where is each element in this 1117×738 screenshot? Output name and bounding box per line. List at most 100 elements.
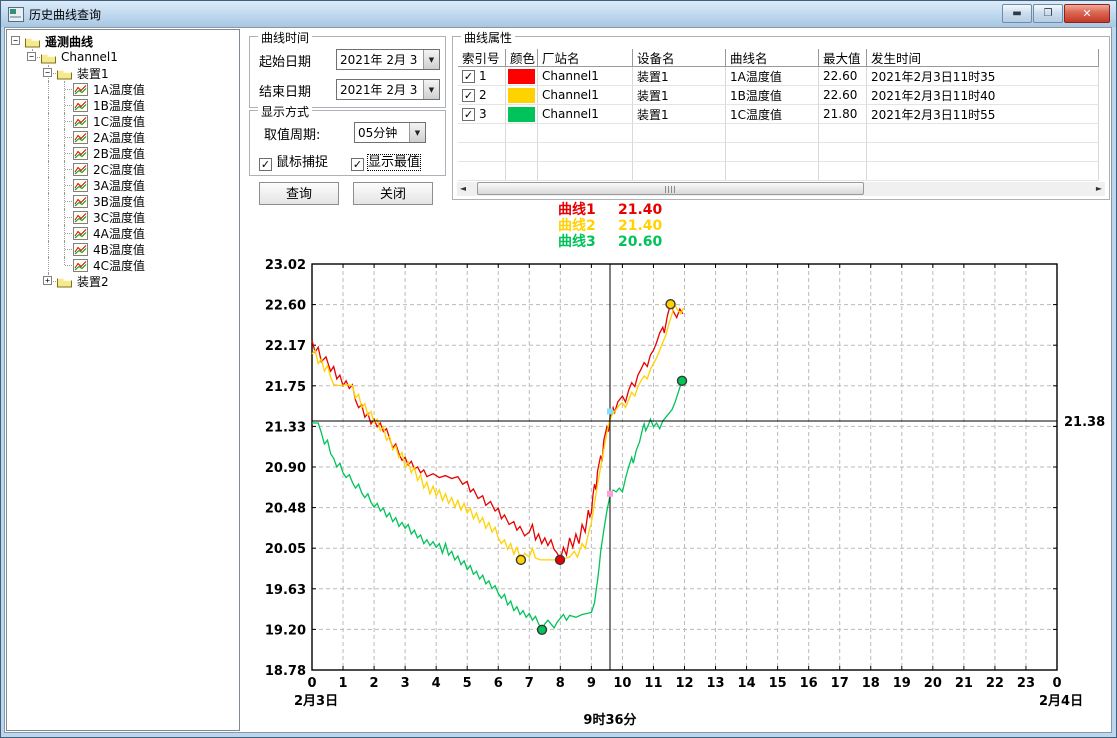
row-checkbox[interactable]: ✓ <box>462 89 475 102</box>
restore-button[interactable]: ❐ <box>1033 4 1063 23</box>
column-header[interactable]: 发生时间 <box>867 49 1099 67</box>
expander-icon[interactable]: − <box>9 33 25 49</box>
legend-row: 曲线121.40 <box>558 202 662 218</box>
group-title: 曲线时间 <box>258 29 312 46</box>
chevron-down-icon[interactable]: ▼ <box>423 50 439 69</box>
end-date-value: 2021年 2月 3 <box>337 81 423 98</box>
y-tick-label: 18.78 <box>265 664 306 679</box>
curve-icon <box>73 162 89 176</box>
tree-item[interactable]: −装置1 <box>9 65 239 81</box>
column-header[interactable]: 最大值 <box>819 49 867 67</box>
column-header[interactable]: 设备名 <box>633 49 726 67</box>
tree-guide <box>9 129 25 145</box>
tree-guide <box>9 65 25 81</box>
table-hscrollbar[interactable]: ◄ ► <box>457 182 1105 196</box>
chevron-down-icon[interactable]: ▼ <box>423 80 439 99</box>
empty-cell <box>506 162 538 181</box>
x-tick-label: 10 <box>613 676 631 691</box>
end-date-select[interactable]: 2021年 2月 3 ▼ <box>336 79 440 100</box>
column-header[interactable]: 厂站名 <box>538 49 633 67</box>
tree-item[interactable]: 4B温度值 <box>9 241 239 257</box>
tree-guide <box>25 113 41 129</box>
tree-item[interactable]: 2B温度值 <box>9 145 239 161</box>
tree-item[interactable]: −Channel1 <box>9 49 239 65</box>
window-title: 历史曲线查询 <box>29 6 101 23</box>
show-extremes-checkbox[interactable]: ✓ <box>351 158 364 171</box>
tree-item[interactable]: 1B温度值 <box>9 97 239 113</box>
query-button[interactable]: 查询 <box>259 182 339 205</box>
row-checkbox[interactable]: ✓ <box>462 70 475 83</box>
scroll-track[interactable] <box>469 182 1093 196</box>
max-value-cell: 22.60 <box>819 67 867 86</box>
curve-table[interactable]: 索引号颜色厂站名设备名曲线名最大值发生时间✓1Channel1装置11A温度值2… <box>458 49 1104 181</box>
index-cell: ✓1 <box>458 67 506 86</box>
empty-row <box>458 162 1104 181</box>
tree-item[interactable]: 2A温度值 <box>9 129 239 145</box>
tree-guide <box>9 81 25 97</box>
tree-item-label: 4C温度值 <box>91 257 147 274</box>
scroll-thumb[interactable] <box>477 182 864 195</box>
curve-row[interactable]: ✓1Channel1装置11A温度值22.602021年2月3日11时35 <box>458 67 1104 86</box>
tree-item[interactable]: 1C温度值 <box>9 113 239 129</box>
column-header[interactable]: 颜色 <box>506 49 538 67</box>
chevron-down-icon[interactable]: ▼ <box>409 123 425 142</box>
title-bar[interactable]: 历史曲线查询 ▬ ❐ ✕ <box>1 1 1116 27</box>
time-cell: 2021年2月3日11时40 <box>867 86 1099 105</box>
tree-guide <box>57 241 73 257</box>
x-tick-label: 18 <box>862 676 880 691</box>
column-header[interactable]: 索引号 <box>458 49 506 67</box>
folder-icon <box>57 274 73 288</box>
tree-item-label: 2C温度值 <box>91 161 147 178</box>
scroll-left-icon[interactable]: ◄ <box>457 182 469 196</box>
tree-item[interactable]: 4A温度值 <box>9 225 239 241</box>
expander-icon[interactable]: − <box>41 65 57 81</box>
collapse-minus-icon[interactable]: − <box>27 52 36 61</box>
curve-tree[interactable]: −遥测曲线−Channel1−装置11A温度值1B温度值1C温度值2A温度值2B… <box>6 29 240 731</box>
tree-guide <box>25 161 41 177</box>
y-tick-label: 22.60 <box>265 299 306 314</box>
mouse-capture-checkbox[interactable]: ✓ <box>259 158 272 171</box>
tree-item[interactable]: −遥测曲线 <box>9 33 239 49</box>
expander-icon[interactable]: + <box>41 273 57 289</box>
tree-item-label: 3B温度值 <box>91 193 147 210</box>
expand-plus-icon[interactable]: + <box>43 276 52 285</box>
curve-icon <box>73 258 89 272</box>
tree-item[interactable]: 4C温度值 <box>9 257 239 273</box>
tree-item[interactable]: 1A温度值 <box>9 81 239 97</box>
show-extremes-label: 显示最值 <box>368 155 420 170</box>
tree-item-label: 1C温度值 <box>91 113 147 130</box>
start-date-select[interactable]: 2021年 2月 3 ▼ <box>336 49 440 70</box>
tree-guide <box>25 81 41 97</box>
curve-row[interactable]: ✓3Channel1装置11C温度值21.802021年2月3日11时55 <box>458 105 1104 124</box>
device-cell: 装置1 <box>633 86 726 105</box>
curve-time-group: 曲线时间 起始日期 2021年 2月 3 ▼ 结束日期 2021年 2月 3 ▼ <box>249 36 446 108</box>
tree-item[interactable]: 3C温度值 <box>9 209 239 225</box>
close-window-button[interactable]: ✕ <box>1064 4 1110 23</box>
minimize-button[interactable]: ▬ <box>1002 4 1032 23</box>
empty-cell <box>458 124 506 143</box>
history-chart[interactable]: 23.0222.6022.1721.7521.3320.9020.4820.05… <box>242 250 1117 738</box>
column-header[interactable]: 曲线名 <box>726 49 819 67</box>
tree-guide <box>57 161 73 177</box>
expander-icon[interactable]: − <box>25 49 41 65</box>
tree-item[interactable]: 3B温度值 <box>9 193 239 209</box>
show-extremes-option[interactable]: ✓ 显示最值 <box>351 151 420 171</box>
tree-item[interactable]: +装置2 <box>9 273 239 289</box>
period-select[interactable]: 05分钟 ▼ <box>354 122 426 143</box>
tree-guide <box>25 273 41 289</box>
tree-item[interactable]: 3A温度值 <box>9 177 239 193</box>
scroll-right-icon[interactable]: ► <box>1093 182 1105 196</box>
collapse-minus-icon[interactable]: − <box>11 36 20 45</box>
mouse-capture-option[interactable]: ✓鼠标捕捉 <box>259 151 328 171</box>
close-button[interactable]: 关闭 <box>353 182 433 205</box>
x-tick-label: 22 <box>986 676 1004 691</box>
crosshair-marker <box>607 408 613 414</box>
empty-cell <box>538 162 633 181</box>
row-checkbox[interactable]: ✓ <box>462 108 475 121</box>
empty-cell <box>726 162 819 181</box>
collapse-minus-icon[interactable]: − <box>43 68 52 77</box>
tree-item[interactable]: 2C温度值 <box>9 161 239 177</box>
display-mode-group: 显示方式 取值周期: 05分钟 ▼ ✓鼠标捕捉 ✓显示最值 <box>249 110 446 176</box>
tree-guide <box>57 257 73 273</box>
curve-row[interactable]: ✓2Channel1装置11B温度值22.602021年2月3日11时40 <box>458 86 1104 105</box>
